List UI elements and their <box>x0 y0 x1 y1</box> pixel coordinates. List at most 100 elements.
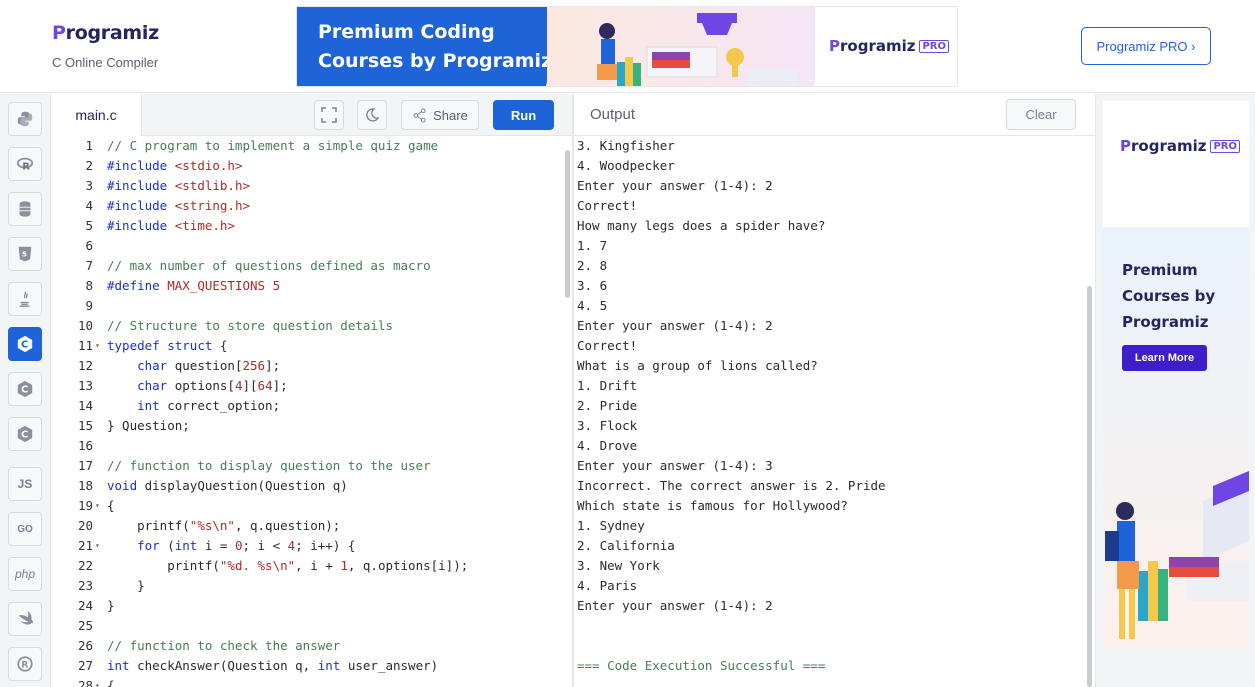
go-icon[interactable]: GO <box>8 512 42 546</box>
code-text: char question[256]; <box>137 358 281 373</box>
dark-mode-moon-icon[interactable] <box>357 100 387 130</box>
line-number: 10 <box>77 318 93 333</box>
code-line[interactable]: 25 <box>51 616 572 636</box>
output-line: 3. New York <box>577 558 660 573</box>
code-editor[interactable]: 1 // C program to implement a simple quiz… <box>51 136 572 687</box>
fold-arrow-icon[interactable]: ▾ <box>95 676 100 687</box>
java-icon[interactable] <box>8 282 42 316</box>
fold-arrow-icon[interactable]: ▾ <box>95 336 100 356</box>
code-line[interactable]: 13 char options[4][64]; <box>51 376 572 396</box>
cpp-icon[interactable]: C <box>8 372 42 406</box>
line-number: 9 <box>85 298 93 313</box>
fullscreen-icon[interactable] <box>314 100 344 130</box>
share-icon <box>413 107 426 123</box>
line-number: 12 <box>77 358 93 373</box>
code-text: // function to check the answer <box>107 638 341 653</box>
code-line[interactable]: 27 int checkAnswer(Question q, int user_a… <box>51 656 572 676</box>
c-language-icon[interactable]: C <box>8 327 42 361</box>
output-scrollbar[interactable] <box>1087 286 1092 687</box>
programiz-logo[interactable]: Programiz <box>52 22 159 44</box>
output-line: 4. Woodpecker <box>577 158 675 173</box>
output-title: Output <box>590 106 636 123</box>
code-line[interactable]: 3 #include <stdlib.h> <box>51 176 572 196</box>
line-number: 23 <box>77 578 93 593</box>
code-line[interactable]: 15} Question; <box>51 416 572 436</box>
output-line: 3. Flock <box>577 418 638 433</box>
svg-text:C: C <box>21 430 28 441</box>
code-text: #include <stdlib.h> <box>107 178 251 193</box>
learn-more-button[interactable]: Learn More <box>1122 345 1207 371</box>
output-line: 1. Drift <box>577 378 638 393</box>
code-line[interactable]: 11 ▾ typedef struct { <box>51 336 572 356</box>
file-tab-main[interactable]: main.c <box>51 94 142 136</box>
programiz-pro-button[interactable]: Programiz PRO › <box>1081 27 1211 65</box>
code-line[interactable]: 1 // C program to implement a simple quiz… <box>51 136 572 156</box>
clear-button[interactable]: Clear <box>1006 99 1076 130</box>
share-button[interactable]: Share <box>401 100 479 130</box>
line-number: 3 <box>85 178 93 193</box>
svg-text:R: R <box>22 161 30 172</box>
code-text: typedef struct { <box>107 338 228 353</box>
language-sidebar: R 5 C C C JS GO php R <box>0 94 51 687</box>
code-text: #include <time.h> <box>107 218 235 233</box>
code-line[interactable]: 20 printf("%s\n", q.question); <box>51 516 572 536</box>
code-text: { <box>107 678 115 687</box>
code-line[interactable]: 9 <box>51 296 572 316</box>
line-number: 18 <box>77 478 93 493</box>
line-number: 24 <box>77 598 93 613</box>
code-line[interactable]: 12 char question[256]; <box>51 356 572 376</box>
editor-scrollbar[interactable] <box>565 150 570 298</box>
html5-icon[interactable]: 5 <box>8 237 42 271</box>
python-icon[interactable] <box>8 102 42 136</box>
output-line: Enter your answer (1-4): 2 <box>577 178 773 193</box>
code-line[interactable]: 26 // function to check the answer <box>51 636 572 656</box>
code-line[interactable]: 23 } <box>51 576 572 596</box>
line-number: 11 <box>77 338 93 353</box>
code-line[interactable]: 14 int correct_option; <box>51 396 572 416</box>
run-button[interactable]: Run <box>493 100 554 130</box>
swift-icon[interactable] <box>8 602 42 636</box>
top-header: Programiz C Online Compiler Premium Codi… <box>0 0 1255 93</box>
code-line[interactable]: 8 #define MAX_QUESTIONS 5 <box>51 276 572 296</box>
code-line[interactable]: 28 ▾ { <box>51 676 572 687</box>
fold-arrow-icon[interactable]: ▾ <box>95 496 100 516</box>
svg-text:R: R <box>21 661 28 671</box>
code-line[interactable]: 10 // Structure to store question details <box>51 316 572 336</box>
code-line[interactable]: 6 <box>51 236 572 256</box>
code-line[interactable]: 18 void displayQuestion(Question q) <box>51 476 572 496</box>
svg-text:5: 5 <box>22 250 27 259</box>
code-line[interactable]: 24} <box>51 596 572 616</box>
output-console[interactable]: 3. Kingfisher 4. Woodpecker Enter your ans… <box>574 136 1095 687</box>
javascript-icon[interactable]: JS <box>8 467 42 501</box>
code-text: } Question; <box>107 418 190 433</box>
code-line[interactable]: 5 #include <time.h> <box>51 216 572 236</box>
line-number: 5 <box>85 218 93 233</box>
code-text: { <box>107 498 115 513</box>
r-language-icon[interactable]: R <box>8 147 42 181</box>
ad-banner[interactable]: Premium Coding Courses by Programiz Prog… <box>296 6 958 87</box>
code-line[interactable]: 21 ▾ for (int i = 0; i < 4; i++) { <box>51 536 572 556</box>
csharp-icon[interactable]: C <box>8 417 42 451</box>
php-icon[interactable]: php <box>8 557 42 591</box>
code-line[interactable]: 19 ▾ { <box>51 496 572 516</box>
line-number: 8 <box>85 278 93 293</box>
code-text: char options[4][64]; <box>137 378 288 393</box>
code-text: printf("%s\n", q.question); <box>107 518 341 533</box>
output-line: Correct! <box>577 338 638 353</box>
output-line: 4. 5 <box>577 298 608 313</box>
rust-icon[interactable]: R <box>8 647 42 681</box>
line-number: 2 <box>85 158 93 173</box>
code-line[interactable]: 16 <box>51 436 572 456</box>
fold-arrow-icon[interactable]: ▾ <box>95 536 100 556</box>
ad-heading-3: Programiz <box>1122 313 1209 331</box>
right-ad[interactable]: Programiz PRO Premium Courses by Programi… <box>1103 101 1249 647</box>
code-line[interactable]: 4 #include <string.h> <box>51 196 572 216</box>
output-line: How many legs does a spider have? <box>577 218 826 233</box>
code-line[interactable]: 2 #include <stdio.h> <box>51 156 572 176</box>
code-text: } <box>107 578 145 593</box>
code-line[interactable]: 7 // max number of questions defined as m… <box>51 256 572 276</box>
output-toolbar: Output Clear <box>574 94 1095 136</box>
code-line[interactable]: 22 printf("%d. %s\n", i + 1, q.options[i… <box>51 556 572 576</box>
database-icon[interactable] <box>8 192 42 226</box>
code-line[interactable]: 17 // function to display question to the… <box>51 456 572 476</box>
